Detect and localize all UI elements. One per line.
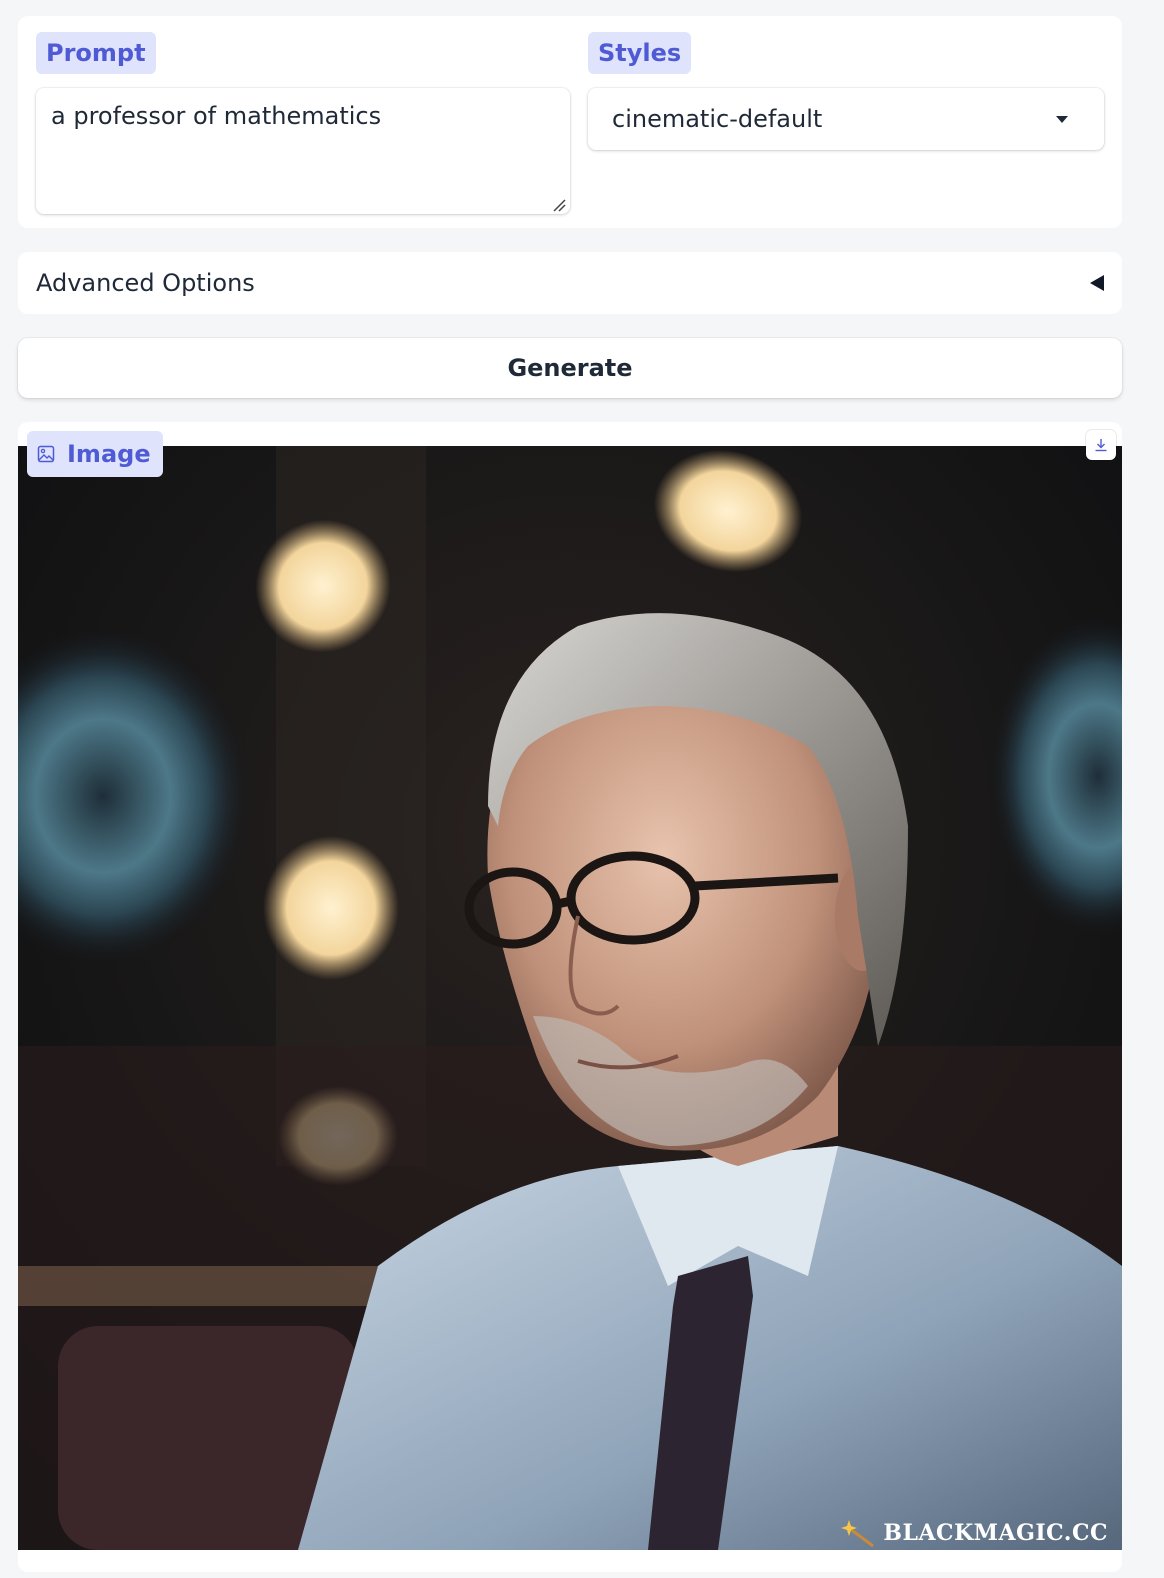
image-label: Image	[27, 431, 163, 477]
styles-dropdown[interactable]: cinematic-default	[588, 88, 1104, 150]
image-label-text: Image	[67, 440, 151, 468]
generate-button[interactable]: Generate	[18, 338, 1122, 398]
watermark: BLACKMAGIC.CC	[839, 1518, 1108, 1548]
styles-selected-value: cinematic-default	[612, 105, 823, 133]
prompt-textarea[interactable]: a professor of mathematics	[36, 88, 570, 214]
input-panel: Prompt a professor of mathematics Styles…	[18, 16, 1122, 228]
styles-label: Styles	[588, 32, 692, 74]
portrait-photo	[18, 446, 1122, 1550]
advanced-options-label: Advanced Options	[36, 269, 255, 297]
prompt-text: a professor of mathematics	[51, 102, 382, 130]
image-icon	[37, 445, 55, 463]
resize-handle-icon[interactable]	[552, 198, 566, 212]
advanced-options-accordion[interactable]: Advanced Options	[18, 252, 1122, 314]
download-icon	[1095, 439, 1107, 452]
collapse-triangle-icon	[1090, 275, 1104, 291]
caret-down-icon	[1056, 116, 1068, 123]
generated-image: BLACKMAGIC.CC	[18, 446, 1122, 1550]
prompt-label: Prompt	[36, 32, 156, 74]
output-image-panel: Image BLACKMAGIC.CC	[18, 422, 1122, 1572]
download-button[interactable]	[1086, 430, 1116, 460]
watermark-text: BLACKMAGIC.CC	[883, 1520, 1108, 1546]
magic-wand-icon	[841, 1520, 875, 1548]
